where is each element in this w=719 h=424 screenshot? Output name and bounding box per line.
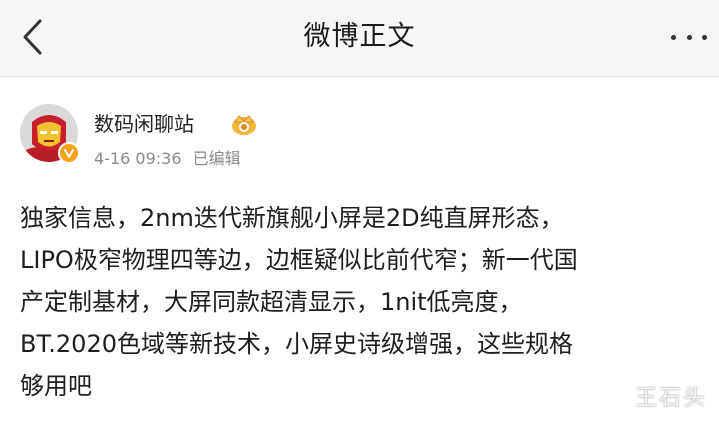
post-timestamp: 4-16 09:36 <box>94 149 182 168</box>
weibo-post-screen: 微博正文 数码闲聊站 4-16 09:36 已编辑 独家信息，2nm迭代新旗舰小… <box>0 0 719 424</box>
post-text-line: 够用吧 <box>20 372 92 400</box>
more-dot <box>671 34 676 40</box>
post-meta: 4-16 09:36 已编辑 <box>94 148 241 170</box>
post-text-line: BT.2020色域等新技术，小屏史诗级增强，这些规格 <box>20 330 573 358</box>
edited-label[interactable]: 已编辑 <box>193 149 241 168</box>
post-text-line: 独家信息，2nm迭代新旗舰小屏是2D纯直屏形态， <box>20 204 564 232</box>
more-options-button[interactable] <box>667 20 711 54</box>
post-text-line: 产定制基材，大屏同款超清显示，1nit低亮度， <box>20 288 523 316</box>
more-dot <box>686 34 692 40</box>
post-content: 独家信息，2nm迭代新旗舰小屏是2D纯直屏形态， LIPO极窄物理四等边，边框疑似… <box>20 197 700 407</box>
page-title: 微博正文 <box>303 21 416 52</box>
author-header: 数码闲聊站 4-16 09:36 已编辑 <box>20 104 700 174</box>
watermark: 王石头 <box>634 386 707 411</box>
crown-badge-icon[interactable] <box>230 112 258 136</box>
verified-v-icon <box>58 142 80 164</box>
more-dot <box>702 34 707 40</box>
author-name[interactable]: 数码闲聊站 <box>94 110 194 138</box>
post-text-line: LIPO极窄物理四等边，边框疑似比前代窄；新一代国 <box>20 246 578 274</box>
top-navigation-bar: 微博正文 <box>0 0 719 77</box>
